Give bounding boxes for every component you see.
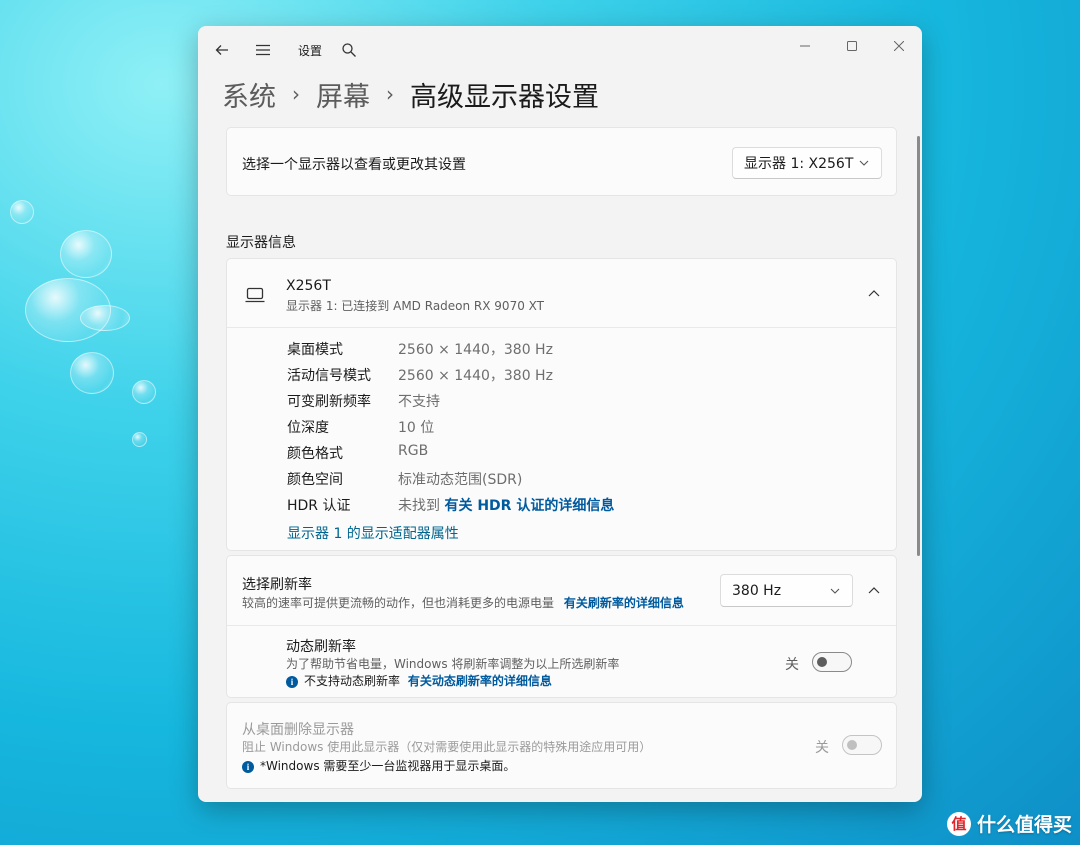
watermark-logo: 值 [946, 811, 971, 836]
hamburger-icon [256, 44, 270, 56]
info-value: 不支持 [398, 394, 440, 410]
refresh-rate-header: 选择刷新率 较高的速率可提供更流畅的动作，但也消耗更多的电源电量 有关刷新率的详… [227, 556, 896, 626]
display-select-dropdown[interactable]: 显示器 1: X256T [732, 147, 882, 179]
display-select-value: 显示器 1: X256T [744, 156, 854, 172]
remove-display-title: 从桌面删除显示器 [242, 722, 354, 738]
app-title: 设置 [298, 44, 323, 58]
refresh-rate-info-link[interactable]: 有关刷新率的详细信息 [564, 596, 684, 610]
remove-display-toggle[interactable] [842, 735, 882, 755]
refresh-rate-card: 选择刷新率 较高的速率可提供更流畅的动作，但也消耗更多的电源电量 有关刷新率的详… [226, 555, 897, 698]
info-value: 10 位 [398, 420, 435, 436]
dynamic-refresh-toggle-label: 关 [785, 657, 799, 673]
info-label: 位深度 [287, 420, 329, 436]
adapter-properties-link[interactable]: 显示器 1 的显示适配器属性 [287, 523, 459, 543]
chevron-up-icon [868, 290, 880, 297]
breadcrumb: 系统 › 屏幕 › 高级显示器设置 [222, 74, 599, 114]
refresh-rate-title: 选择刷新率 [242, 577, 312, 593]
close-icon [894, 41, 904, 51]
select-display-card: 选择一个显示器以查看或更改其设置 显示器 1: X256T [226, 127, 897, 196]
settings-window: 设置 系统 › 屏幕 › 高级显示器设置 选择一个显示器以查看或更改其设置 显示… [198, 26, 922, 802]
display-info-card: X256T 显示器 1: 已连接到 AMD Radeon RX 9070 XT … [226, 258, 897, 551]
info-value: 2560 × 1440，380 Hz [398, 368, 553, 384]
breadcrumb-item-system[interactable]: 系统 [222, 75, 276, 114]
wallpaper-bubble [80, 305, 130, 331]
info-value: 标准动态范围(SDR) [398, 472, 523, 488]
refresh-rate-desc-text: 较高的速率可提供更流畅的动作，但也消耗更多的电源电量 [242, 596, 555, 610]
dynamic-refresh-unsupported: 不支持动态刷新率 [304, 674, 401, 688]
chevron-down-icon [859, 160, 869, 166]
info-icon: i [242, 760, 254, 773]
info-label: 可变刷新频率 [287, 394, 371, 410]
refresh-rate-dropdown[interactable]: 380 Hz [720, 574, 853, 607]
chevron-right-icon: › [386, 82, 394, 106]
wallpaper-bubble [70, 352, 114, 394]
laptop-icon [245, 287, 265, 303]
hdr-status: 未找到 [398, 498, 440, 514]
hdr-info-link[interactable]: 有关 HDR 认证的详细信息 [444, 498, 614, 514]
dynamic-refresh-toggle[interactable] [812, 652, 852, 672]
info-value: 未找到 有关 HDR 认证的详细信息 [398, 495, 614, 515]
chevron-down-icon [830, 588, 840, 594]
remove-display-note: i *Windows 需要至少一台监视器用于显示桌面。 [242, 757, 515, 774]
scrollbar[interactable] [917, 136, 920, 556]
display-info-heading: 显示器信息 [226, 235, 296, 251]
watermark-text: 什么值得买 [976, 814, 1072, 836]
back-arrow-icon [215, 45, 228, 55]
info-label: 颜色空间 [287, 472, 343, 488]
monitor-name: X256T [286, 278, 331, 294]
content-area[interactable]: 选择一个显示器以查看或更改其设置 显示器 1: X256T 显示器信息 X256… [198, 124, 922, 802]
wallpaper-bubble [132, 380, 156, 404]
minimize-button[interactable] [782, 32, 828, 60]
close-button[interactable] [876, 32, 922, 60]
dynamic-refresh-description: 为了帮助节省电量，Windows 将刷新率调整为以上所选刷新率 [286, 657, 620, 671]
page-title: 高级显示器设置 [410, 81, 599, 113]
toggle-knob [817, 657, 827, 667]
watermark: 值 什么值得买 [946, 810, 1072, 837]
chevron-up-icon[interactable] [868, 587, 880, 594]
remove-display-description: 阻止 Windows 使用此显示器（仅对需要使用此显示器的特殊用途应用可用） [242, 740, 652, 754]
info-value: RGB [398, 443, 429, 459]
remove-display-toggle-label: 关 [815, 740, 829, 756]
wallpaper-bubble [60, 230, 112, 278]
dynamic-refresh-note: i 不支持动态刷新率 有关动态刷新率的详细信息 [286, 672, 552, 689]
search-icon [342, 43, 356, 57]
display-info-header[interactable]: X256T 显示器 1: 已连接到 AMD Radeon RX 9070 XT [227, 259, 896, 328]
wallpaper-bubble [132, 432, 147, 447]
chevron-right-icon: › [292, 82, 300, 106]
monitor-description: 显示器 1: 已连接到 AMD Radeon RX 9070 XT [286, 299, 544, 313]
wallpaper-bubble [10, 200, 34, 224]
maximize-icon [847, 41, 857, 51]
info-label: HDR 认证 [287, 498, 351, 514]
info-label: 颜色格式 [287, 446, 343, 462]
dynamic-refresh-title: 动态刷新率 [286, 639, 356, 655]
back-button[interactable] [210, 38, 234, 62]
refresh-rate-description: 较高的速率可提供更流畅的动作，但也消耗更多的电源电量 有关刷新率的详细信息 [242, 594, 684, 611]
dynamic-refresh-info-link[interactable]: 有关动态刷新率的详细信息 [408, 674, 552, 688]
remove-display-note-text: *Windows 需要至少一台监视器用于显示桌面。 [260, 759, 516, 773]
info-value: 2560 × 1440，380 Hz [398, 342, 553, 358]
remove-display-card: 从桌面删除显示器 阻止 Windows 使用此显示器（仅对需要使用此显示器的特殊… [226, 702, 897, 789]
breadcrumb-item-display[interactable]: 屏幕 [316, 75, 370, 114]
info-icon: i [286, 675, 298, 688]
info-label: 桌面模式 [287, 342, 343, 358]
maximize-button[interactable] [829, 32, 875, 60]
toggle-knob [847, 740, 857, 750]
select-display-label: 选择一个显示器以查看或更改其设置 [242, 157, 466, 173]
search-button[interactable] [337, 38, 361, 62]
refresh-rate-value: 380 Hz [732, 582, 782, 599]
info-label: 活动信号模式 [287, 368, 371, 384]
minimize-icon [800, 45, 810, 47]
title-bar: 设置 [198, 26, 922, 74]
menu-button[interactable] [251, 38, 275, 62]
